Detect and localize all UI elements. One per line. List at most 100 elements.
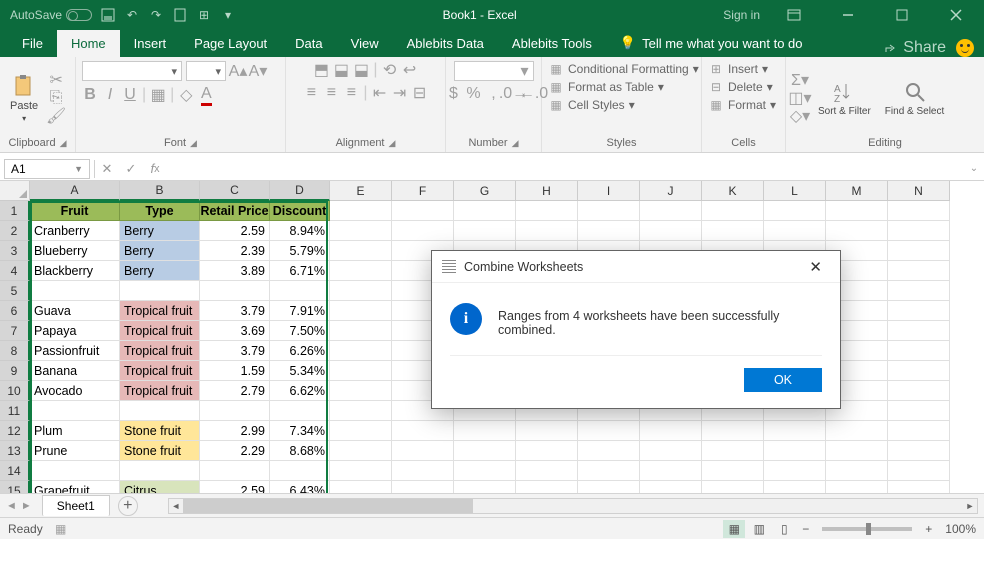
cell[interactable]	[826, 201, 888, 221]
conditional-formatting-button[interactable]: ▦Conditional Formatting▾	[548, 61, 699, 77]
cell[interactable]: 2.59	[200, 481, 270, 493]
select-all-triangle[interactable]	[0, 181, 30, 201]
column-header[interactable]: F	[392, 181, 454, 201]
add-sheet-button[interactable]: +	[118, 496, 138, 516]
feedback-icon[interactable]	[956, 39, 974, 57]
hscroll-right-icon[interactable]: ►	[963, 499, 977, 513]
dialog-ok-button[interactable]: OK	[744, 368, 822, 392]
cell[interactable]: Papaya	[30, 321, 120, 341]
cell[interactable]	[578, 461, 640, 481]
row-header[interactable]: 2	[0, 221, 30, 241]
cell[interactable]: 7.50%	[270, 321, 330, 341]
font-size-combo[interactable]: ▾	[186, 61, 226, 81]
cell[interactable]: Berry	[120, 261, 200, 281]
touch-mode-icon[interactable]: ⊞	[196, 7, 212, 23]
cell[interactable]	[826, 461, 888, 481]
cell[interactable]	[888, 481, 950, 493]
cell[interactable]	[330, 441, 392, 461]
cell[interactable]	[200, 281, 270, 301]
tab-file[interactable]: File	[8, 30, 57, 57]
cell[interactable]	[888, 341, 950, 361]
align-left-icon[interactable]: ≡	[303, 85, 319, 101]
cell[interactable]	[392, 421, 454, 441]
cell[interactable]	[330, 461, 392, 481]
insert-cells-button[interactable]: ⊞Insert▾	[708, 61, 768, 77]
column-header[interactable]: A	[30, 181, 120, 201]
cell[interactable]	[330, 201, 392, 221]
cell[interactable]: 8.94%	[270, 221, 330, 241]
cell[interactable]	[826, 421, 888, 441]
cell[interactable]	[888, 361, 950, 381]
delete-cells-button[interactable]: ⊟Delete▾	[708, 79, 773, 95]
cell[interactable]	[330, 281, 392, 301]
cell[interactable]	[330, 381, 392, 401]
cell[interactable]	[454, 441, 516, 461]
cell[interactable]	[330, 241, 392, 261]
row-header[interactable]: 13	[0, 441, 30, 461]
cell[interactable]	[640, 201, 702, 221]
cell[interactable]: 6.26%	[270, 341, 330, 361]
cell[interactable]	[454, 201, 516, 221]
cell[interactable]: Banana	[30, 361, 120, 381]
formula-input[interactable]	[167, 159, 964, 179]
cell[interactable]	[200, 401, 270, 421]
cell[interactable]: 2.59	[200, 221, 270, 241]
cell[interactable]: Blueberry	[30, 241, 120, 261]
header-cell[interactable]: Fruit	[30, 201, 120, 221]
cell[interactable]	[392, 441, 454, 461]
fill-icon[interactable]: ◫▾	[792, 90, 808, 106]
column-header[interactable]: H	[516, 181, 578, 201]
cell[interactable]	[516, 481, 578, 493]
normal-view-icon[interactable]: ▦	[723, 520, 745, 538]
clipboard-launcher-icon[interactable]: ◢	[60, 138, 67, 149]
cell[interactable]	[826, 221, 888, 241]
cell[interactable]	[640, 481, 702, 493]
number-launcher-icon[interactable]: ◢	[512, 138, 519, 149]
row-header[interactable]: 9	[0, 361, 30, 381]
new-icon[interactable]	[172, 7, 188, 23]
column-header[interactable]: L	[764, 181, 826, 201]
cell[interactable]	[702, 221, 764, 241]
cell[interactable]	[516, 461, 578, 481]
column-header[interactable]: M	[826, 181, 888, 201]
column-header[interactable]: E	[330, 181, 392, 201]
cell[interactable]: 2.99	[200, 421, 270, 441]
row-header[interactable]: 15	[0, 481, 30, 493]
tab-home[interactable]: Home	[57, 30, 120, 57]
cell[interactable]	[454, 481, 516, 493]
row-header[interactable]: 6	[0, 301, 30, 321]
column-header[interactable]: I	[578, 181, 640, 201]
cell[interactable]: 3.79	[200, 301, 270, 321]
cell[interactable]: Passionfruit	[30, 341, 120, 361]
cell[interactable]	[888, 301, 950, 321]
cell-styles-button[interactable]: ▦Cell Styles▾	[548, 97, 635, 113]
column-header[interactable]: G	[454, 181, 516, 201]
cell[interactable]: Tropical fruit	[120, 361, 200, 381]
cell[interactable]	[392, 221, 454, 241]
share-button[interactable]: Share	[885, 39, 946, 57]
insert-function-icon[interactable]: fx	[143, 157, 167, 181]
cancel-formula-icon[interactable]: ✕	[95, 157, 119, 181]
cell[interactable]	[454, 221, 516, 241]
cell[interactable]	[516, 221, 578, 241]
expand-formula-bar-icon[interactable]: ⌄	[964, 163, 984, 174]
cell[interactable]	[516, 441, 578, 461]
cell[interactable]	[330, 421, 392, 441]
column-header[interactable]: C	[200, 181, 270, 201]
minimize-icon[interactable]	[828, 0, 868, 29]
cell[interactable]	[826, 481, 888, 493]
cell[interactable]	[702, 461, 764, 481]
cell[interactable]	[516, 201, 578, 221]
cell[interactable]: 7.34%	[270, 421, 330, 441]
cell[interactable]	[330, 481, 392, 493]
cell[interactable]	[330, 341, 392, 361]
dialog-close-button[interactable]: ✕	[801, 254, 830, 280]
cell[interactable]	[764, 221, 826, 241]
bold-button[interactable]: B	[82, 87, 98, 103]
cut-icon[interactable]: ✂	[48, 72, 64, 88]
tab-data[interactable]: Data	[281, 30, 336, 57]
cell[interactable]	[578, 421, 640, 441]
cell[interactable]: 2.79	[200, 381, 270, 401]
cell[interactable]	[888, 241, 950, 261]
zoom-level[interactable]: 100%	[945, 522, 976, 536]
